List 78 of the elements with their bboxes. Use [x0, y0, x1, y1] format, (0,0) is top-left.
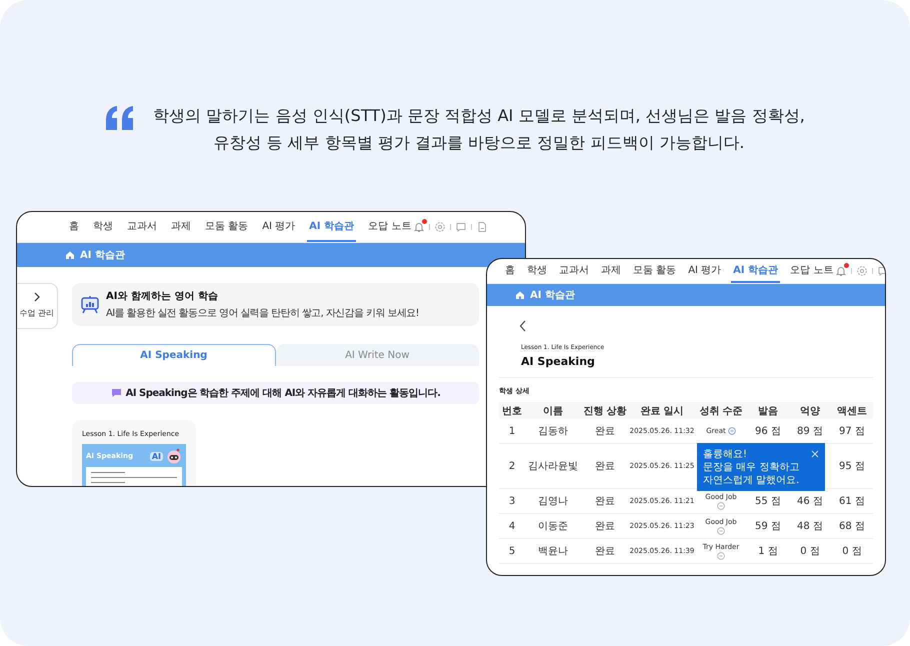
quote-line: 학생의 말하기는 음성 인식(STT)과 문장 적합성 AI 모델로 분석되며, 선생님은 발음 정확성, — [153, 105, 805, 127]
column-header: 성취 수준 — [695, 402, 747, 419]
table-cell: 김사라윤빛 — [525, 444, 581, 488]
table-cell: 0 점 — [842, 546, 862, 557]
nav-tab[interactable]: 모둠 활동 — [631, 259, 678, 283]
table-cell: 0 점 — [800, 546, 820, 557]
info-icon[interactable] — [717, 552, 725, 560]
nav-tab[interactable]: 모둠 활동 — [203, 212, 250, 242]
bell-icon[interactable] — [835, 265, 848, 277]
quote-icon — [105, 106, 136, 130]
table-cell: 김영나 — [525, 488, 581, 514]
table-cell: 완료 — [581, 444, 629, 488]
column-header: 완료 일시 — [629, 402, 695, 419]
table-cell: 김동하 — [525, 419, 581, 444]
nav-tab[interactable]: 홈 — [503, 259, 517, 283]
nav-tab[interactable]: 홈 — [67, 212, 81, 242]
tooltip-title: 훌륭해요! — [703, 448, 748, 461]
home-icon[interactable] — [65, 250, 75, 260]
table-cell: 68 점 — [839, 521, 865, 532]
table-cell: 48 점 — [797, 521, 823, 532]
table-cell: 97 점 — [839, 426, 865, 437]
table-cell: 96 점 — [755, 426, 781, 437]
activity-tab[interactable]: AI Speaking — [72, 344, 276, 366]
column-header: 억양 — [789, 402, 831, 419]
info-icon[interactable] — [728, 427, 736, 435]
bell-icon[interactable] — [413, 221, 426, 233]
chevron-right-icon — [33, 292, 41, 302]
nav-tab[interactable]: 과제 — [599, 259, 623, 283]
table-cell: 89 점 — [797, 426, 823, 437]
table-cell: 완료 — [581, 488, 629, 514]
table-cell: 5 — [499, 538, 525, 564]
table-cell: 완료 — [581, 419, 629, 444]
gear-icon[interactable] — [434, 221, 446, 233]
gear-icon[interactable] — [856, 265, 868, 277]
info-icon[interactable] — [717, 526, 725, 534]
column-header: 이름 — [525, 402, 581, 419]
banner-title: AI와 함께하는 영어 학습 — [106, 290, 219, 303]
banner-text: AI를 활용한 실전 활동으로 영어 실력을 탄탄히 쌓고, 자신감을 키워 보세요! — [106, 307, 419, 320]
table-cell: 4 — [499, 514, 525, 538]
home-icon[interactable] — [515, 290, 525, 300]
close-icon[interactable] — [811, 450, 819, 458]
document-icon[interactable] — [476, 221, 488, 233]
table-cell: 95 점 — [839, 461, 865, 472]
thumbnail-badge: AI — [150, 452, 163, 460]
nav-tab[interactable]: 과제 — [169, 212, 193, 242]
table-cell: 완료 — [581, 538, 629, 564]
nav-tab[interactable]: AI 평가 — [260, 212, 298, 242]
nav-tab[interactable]: 교과서 — [557, 259, 591, 283]
table-cell: 59 점 — [755, 521, 781, 532]
tooltip-text: 문장을 매우 정확하고 자연스럽게 말했어요. — [703, 461, 800, 487]
quote-line: 유창성 등 세부 항목별 평가 결과를 바탕으로 정밀한 피드백이 가능합니다. — [212, 132, 746, 154]
nav-tab[interactable]: 학생 — [91, 212, 115, 242]
side-toggle[interactable]: 수업 관리 — [17, 283, 58, 329]
table-cell: 46 점 — [797, 496, 823, 507]
table-cell: 1 — [499, 419, 525, 444]
page-title: AI Speaking — [521, 355, 596, 368]
table-cell: 61 점 — [839, 496, 865, 507]
nav-tab[interactable]: 교과서 — [125, 212, 159, 242]
column-header: 발음 — [747, 402, 789, 419]
nav-tab[interactable]: AI 평가 — [686, 259, 724, 283]
nav-tab[interactable]: 학생 — [525, 259, 549, 283]
nav-tab[interactable]: 오답 노트 — [366, 212, 414, 242]
table-cell: 2 — [499, 444, 525, 488]
table-cell: 55 점 — [755, 496, 781, 507]
table-cell: 3 — [499, 488, 525, 514]
presentation-board-icon — [80, 294, 100, 314]
info-icon[interactable] — [717, 502, 725, 510]
column-header: 액센트 — [831, 402, 873, 419]
info-text: AI Speaking은 학습한 주제에 대해 AI와 자유롭게 대화하는 활동입니다. — [126, 387, 440, 400]
nav-tab[interactable]: 오답 노트 — [788, 259, 836, 283]
table-cell: 완료 — [581, 514, 629, 538]
column-header: 진행 상황 — [581, 402, 629, 419]
table-cell: 이동준 — [525, 514, 581, 538]
chat-bubble-icon — [110, 388, 122, 398]
column-header: 번호 — [499, 402, 525, 419]
robot-icon — [166, 448, 182, 464]
table-cell: 백윤나 — [525, 538, 581, 564]
table-cell: 1 점 — [758, 546, 778, 557]
